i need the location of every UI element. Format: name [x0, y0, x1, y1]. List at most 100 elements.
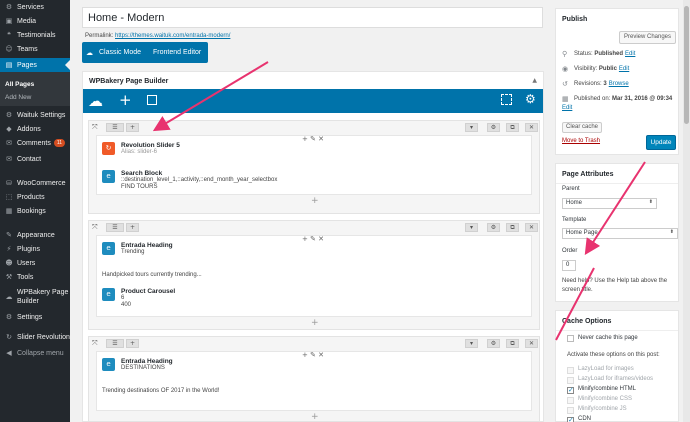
revisions-browse-link[interactable]: Browse	[609, 81, 629, 87]
sidebar-item-plugins[interactable]: ⚡ Plugins	[0, 242, 70, 256]
move-row-icon[interactable]: ⤧	[92, 223, 98, 233]
sidebar-item-wpbakery[interactable]: ☁ WPBakery Page Builder	[0, 284, 70, 310]
row-toggle-icon[interactable]: ▾	[465, 123, 478, 132]
woocommerce-icon: ⛁	[6, 179, 12, 187]
text-block[interactable]: Handpicked tours currently trending...	[102, 272, 202, 278]
sidebar-item-addons[interactable]: ◆ Addons	[0, 122, 70, 136]
add-element-plus-icon[interactable]: +	[311, 318, 319, 328]
sidebar-item-woocommerce[interactable]: ⛁ WooCommerce	[0, 176, 70, 190]
settings-gear-icon[interactable]: ⚙	[525, 92, 536, 106]
content-element[interactable]: e Search Block::destination_level_1,::act…	[102, 170, 277, 191]
cache-option-checkbox[interactable]	[567, 397, 574, 404]
sidebar-item-label: Settings	[17, 313, 43, 321]
element-title: Revolution Slider 5	[121, 142, 180, 149]
builder-column: + ✎ ✕ e Entrada Heading DESTINATIONS Trendin…	[96, 351, 532, 411]
fullscreen-icon[interactable]	[501, 94, 512, 105]
sidebar-item-pages[interactable]: ▤ Pages	[0, 58, 70, 72]
cache-option-checkbox[interactable]	[567, 407, 574, 414]
text-block[interactable]: Trending destinations OF 2017 in the Wor…	[102, 388, 219, 394]
clear-cache-button[interactable]: Clear cache	[562, 122, 602, 133]
column-controls-icon[interactable]: + ✎ ✕	[302, 135, 324, 143]
published-on-label: Published on:	[574, 96, 611, 102]
move-to-trash-link[interactable]: Move to Trash	[562, 138, 600, 144]
sidebar-item-users[interactable]: ☻ Users	[0, 256, 70, 270]
visibility-edit-link[interactable]: Edit	[619, 66, 629, 72]
add-element-plus-icon[interactable]: +	[311, 412, 319, 422]
sidebar-item-products[interactable]: ⬚ Products	[0, 190, 70, 204]
status-edit-link[interactable]: Edit	[625, 51, 635, 57]
row-delete-icon[interactable]: ✕	[525, 223, 538, 232]
row-settings-icon[interactable]: ⚙	[487, 223, 500, 232]
row-settings-icon[interactable]: ⚙	[487, 123, 500, 132]
row-layout-icon[interactable]: ☰	[106, 223, 124, 232]
row-toggle-icon[interactable]: ▾	[465, 339, 478, 348]
revisions-label: Revisions:	[574, 81, 602, 87]
sidebar-item-label: WPBakery Page Builder	[17, 288, 68, 306]
row-clone-icon[interactable]: ⧉	[506, 123, 519, 132]
move-row-icon[interactable]: ⤧	[92, 339, 98, 349]
parent-select[interactable]: Home ⬍	[562, 198, 657, 209]
frontend-editor-button[interactable]: Frontend Editor	[153, 42, 201, 63]
template-select[interactable]: Home Page ⬍	[562, 228, 678, 239]
sidebar-item-label: Contact	[17, 155, 42, 163]
sidebar-item-waituk-settings[interactable]: ⚙ Waituk Settings	[0, 108, 70, 122]
element-text: Search Block::destination_level_1,::acti…	[121, 170, 277, 191]
column-controls-icon[interactable]: + ✎ ✕	[302, 351, 324, 359]
templates-icon[interactable]	[147, 95, 157, 105]
cache-option-checkbox[interactable]	[567, 386, 574, 394]
sidebar-item-tools[interactable]: ⚒ Tools	[0, 270, 70, 284]
sidebar-item-slider-revolution[interactable]: ↻ Slider Revolution	[0, 330, 70, 344]
sidebar-item-appearance[interactable]: ✎ Appearance	[0, 228, 70, 242]
sidebar-item-contact[interactable]: ✉ Contact	[0, 152, 70, 166]
published-edit-link[interactable]: Edit	[562, 105, 572, 111]
element-text: Revolution Slider 5 Alias: slider-6	[121, 142, 180, 156]
sidebar-item-collapse[interactable]: ◀ Collapse menu	[0, 346, 70, 360]
sidebar-item-media[interactable]: ▣ Media	[0, 14, 70, 28]
row-settings-icon[interactable]: ⚙	[487, 339, 500, 348]
sidebar-item-comments[interactable]: ✉ Comments 11	[0, 136, 70, 150]
order-input[interactable]: 0	[562, 260, 576, 271]
column-controls-icon[interactable]: + ✎ ✕	[302, 235, 324, 243]
sidebar-item-testimonials[interactable]: ❝ Testimonials	[0, 28, 70, 42]
sidebar-item-bookings[interactable]: ▦ Bookings	[0, 204, 70, 218]
sidebar-item-settings[interactable]: ⚙ Settings	[0, 310, 70, 324]
submenu-all-pages[interactable]: All Pages	[5, 81, 34, 88]
row-delete-icon[interactable]: ✕	[525, 339, 538, 348]
add-element-plus-icon[interactable]: +	[311, 196, 319, 206]
preview-changes-button[interactable]: Preview Changes	[619, 31, 676, 44]
wpbakery-logo-icon[interactable]: ☁	[88, 92, 103, 110]
content-element[interactable]: e Entrada Heading Trending	[102, 242, 173, 256]
permalink-link[interactable]: https://themes.waituk.com/entrada-modern…	[115, 33, 230, 39]
collapse-arrow-icon[interactable]: ▲	[532, 77, 537, 84]
row-layout-icon[interactable]: ☰	[106, 123, 124, 132]
row-toggle-icon[interactable]: ▾	[465, 223, 478, 232]
cache-option-checkbox[interactable]	[567, 416, 574, 422]
row-clone-icon[interactable]: ⧉	[506, 339, 519, 348]
add-column-icon[interactable]: +	[126, 123, 139, 132]
row-layout-icon[interactable]: ☰	[106, 339, 124, 348]
sidebar-item-services[interactable]: ⚙ Services	[0, 0, 70, 14]
row-clone-icon[interactable]: ⧉	[506, 223, 519, 232]
sidebar-item-label: Comments	[17, 139, 51, 147]
move-row-icon[interactable]: ⤧	[92, 123, 98, 133]
cache-option-checkbox[interactable]	[567, 367, 574, 374]
add-element-icon[interactable]: +	[119, 91, 132, 109]
add-column-icon[interactable]: +	[126, 339, 139, 348]
bookings-icon: ▦	[5, 207, 13, 215]
builder-row: ⤧ ☰ + ▾ ⚙ ⧉ ✕ + ✎ ✕ ↻ Revolution Slider 5 Alias: s…	[88, 120, 540, 214]
submenu-add-new[interactable]: Add New	[5, 94, 31, 101]
builder-title: WPBakery Page Builder	[89, 78, 169, 85]
never-cache-checkbox[interactable]	[567, 335, 574, 342]
row-delete-icon[interactable]: ✕	[525, 123, 538, 132]
cache-option-checkbox[interactable]	[567, 377, 574, 384]
sidebar-item-teams[interactable]: ☺ Teams	[0, 42, 70, 56]
content-element[interactable]: ↻ Revolution Slider 5 Alias: slider-6	[102, 142, 180, 156]
add-column-icon[interactable]: +	[126, 223, 139, 232]
entrada-element-icon: e	[102, 288, 115, 301]
update-button[interactable]: Update	[646, 135, 676, 150]
content-element[interactable]: e Entrada Heading DESTINATIONS	[102, 358, 173, 372]
classic-mode-button[interactable]: ☁ Classic Mode	[86, 42, 141, 63]
page-scrollbar-thumb[interactable]	[684, 6, 689, 124]
post-title-input[interactable]: Home - Modern	[82, 7, 543, 28]
content-element[interactable]: e Product Carousel 6 400	[102, 288, 175, 309]
